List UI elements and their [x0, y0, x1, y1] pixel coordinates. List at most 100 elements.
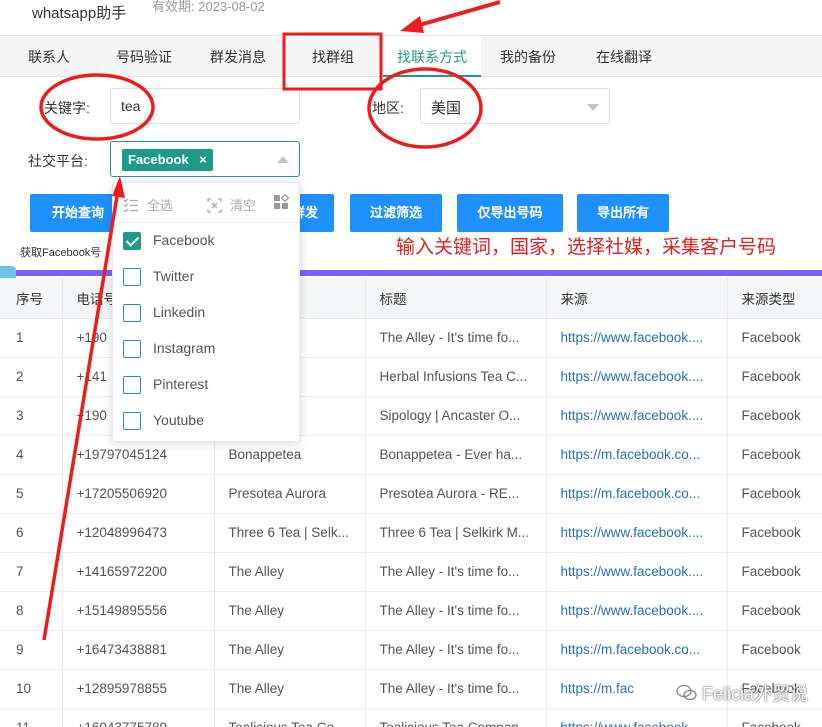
column-header[interactable]: 标题: [365, 278, 547, 319]
table-cell: The Alley - It's time fo...: [365, 591, 547, 631]
tab-my-backup[interactable]: 我的备份: [490, 37, 566, 77]
column-header[interactable]: 序号: [0, 278, 63, 319]
checkbox-checked-icon[interactable]: [123, 232, 141, 250]
table-cell: 7: [0, 552, 63, 592]
table-cell: +15149895556: [62, 591, 215, 631]
platform-option-linkedin[interactable]: Linkedin: [113, 295, 299, 331]
table-row[interactable]: 5 +17205506920 Presotea Aurora Presotea Aur…: [0, 474, 822, 514]
checkbox-icon[interactable]: [123, 412, 141, 430]
keyword-input[interactable]: tea: [110, 88, 300, 124]
table-cell: Facebook: [727, 396, 822, 436]
table-cell: Three 6 Tea | Selkirk M...: [365, 513, 547, 553]
table-cell: Facebook: [727, 318, 822, 358]
table-row[interactable]: 6 +12048996473 Three 6 Tea | Selk... Three …: [0, 513, 822, 553]
platform-dropdown: 全选 清空 Facebook Twitter Linkedin Instagram Pi…: [112, 182, 300, 442]
checkbox-icon[interactable]: [123, 304, 141, 322]
app-title: whatsapp助手: [32, 5, 127, 22]
table-cell: 6: [0, 513, 63, 553]
watermark: Felicia外贸说: [676, 680, 808, 706]
platform-option-instagram[interactable]: Instagram: [113, 331, 299, 367]
source-link[interactable]: https://www.facebook....: [546, 552, 728, 592]
table-row[interactable]: 7 +14165972200 The Alley The Alley - It's t…: [0, 552, 822, 592]
export-all-button[interactable]: 导出所有: [577, 194, 669, 232]
source-link[interactable]: https://m.facebook.co...: [546, 435, 728, 475]
column-header[interactable]: 来源类型: [727, 278, 822, 319]
table-cell: +12048996473: [62, 513, 215, 553]
export-numbers-button[interactable]: 仅导出号码: [457, 194, 563, 232]
table-cell: The Alley - It's time fo...: [365, 552, 547, 592]
table-cell: The Alley - It's time fo...: [365, 318, 547, 358]
source-link[interactable]: https://www.facebook....: [546, 513, 728, 553]
watermark-text: Felicia外贸说: [702, 684, 809, 704]
table-cell: Presotea Aurora - RE...: [365, 474, 547, 514]
select-all-button[interactable]: 全选: [123, 195, 173, 214]
table-cell: Facebook: [727, 357, 822, 397]
platform-select[interactable]: Facebook ×: [110, 141, 300, 177]
source-link[interactable]: https://www.facebook....: [546, 357, 728, 397]
platform-label: 社交平台:: [28, 153, 88, 169]
source-link[interactable]: https://www.facebook....: [546, 708, 728, 727]
table-cell: The Alley - It's time fo...: [365, 630, 547, 670]
platform-option-twitter[interactable]: Twitter: [113, 259, 299, 295]
chevron-up-icon: [277, 156, 289, 163]
dropdown-toolbar: 全选 清空: [113, 183, 299, 223]
platform-option-pinterest[interactable]: Pinterest: [113, 367, 299, 403]
select-all-label: 全选: [147, 198, 174, 213]
table-cell: +14165972200: [62, 552, 215, 592]
table-row[interactable]: 8 +15149895556 The Alley The Alley - It's t…: [0, 591, 822, 631]
checkbox-icon[interactable]: [123, 340, 141, 358]
table-cell: Sipology | Ancaster O...: [365, 396, 547, 436]
source-link[interactable]: https://www.facebook....: [546, 396, 728, 436]
column-header[interactable]: 来源: [546, 278, 728, 319]
close-icon[interactable]: ×: [199, 149, 207, 171]
tab-find-contacts[interactable]: 找联系方式: [383, 37, 481, 77]
table-cell: Facebook: [727, 435, 822, 475]
source-link[interactable]: https://m.facebook.co...: [546, 630, 728, 670]
clear-label: 清空: [230, 198, 257, 213]
clear-icon: [207, 198, 222, 213]
clear-button[interactable]: 清空: [207, 195, 256, 214]
table-cell: 10: [0, 669, 63, 709]
table-row[interactable]: 9 +16473438881 The Alley The Alley - It's t…: [0, 630, 822, 670]
tab-find-groups[interactable]: 找群组: [296, 37, 370, 77]
checkbox-icon[interactable]: [123, 376, 141, 394]
table-cell: 11: [0, 708, 63, 727]
validity-date: 有效期: 2023-08-02: [152, 0, 265, 14]
source-link[interactable]: https://m.facebook.co...: [546, 474, 728, 514]
table-cell: +16043775789: [62, 708, 215, 727]
tab-contacts[interactable]: 联系人: [16, 37, 82, 77]
grid-options-icon[interactable]: [273, 193, 290, 213]
platform-option-facebook[interactable]: Facebook: [113, 223, 299, 259]
table-cell: Facebook: [727, 474, 822, 514]
tab-number-verify[interactable]: 号码验证: [104, 37, 184, 77]
list-check-icon: [123, 198, 138, 213]
option-label: Twitter: [153, 268, 195, 284]
region-label: 地区:: [372, 100, 404, 116]
table-cell: Tealicious Tea Co...: [214, 708, 366, 727]
table-cell: The Alley: [214, 669, 366, 709]
source-link[interactable]: https://www.facebook....: [546, 318, 728, 358]
table-cell: Facebook: [727, 513, 822, 553]
tab-bulk-message[interactable]: 群发消息: [198, 37, 278, 77]
table-cell: The Alley: [214, 591, 366, 631]
tab-online-translate[interactable]: 在线翻译: [586, 37, 662, 77]
hint-text: 获取Facebook号: [20, 247, 102, 259]
source-link[interactable]: https://www.facebook....: [546, 591, 728, 631]
table-cell: 3: [0, 396, 63, 436]
option-label: Youtube: [153, 412, 204, 428]
filter-button[interactable]: 过滤筛选: [350, 194, 442, 232]
table-cell: 4: [0, 435, 63, 475]
table-cell: +12895978855: [62, 669, 215, 709]
table-cell: The Alley - It's time fo...: [365, 669, 547, 709]
option-label: Linkedin: [153, 304, 206, 320]
region-select[interactable]: 美国: [420, 88, 610, 124]
table-cell: Presotea Aurora: [214, 474, 366, 514]
chevron-down-icon: [587, 104, 599, 111]
checkbox-icon[interactable]: [123, 268, 141, 286]
table-row[interactable]: 11+16043775789Tealicious Tea Co...Tealic…: [0, 708, 822, 727]
platform-option-youtube[interactable]: Youtube: [113, 403, 299, 439]
table-cell: 8: [0, 591, 63, 631]
table-cell: Tealicious Tea Compan...: [365, 708, 547, 727]
tab-bar: 联系人 号码验证 群发消息 找群组 找联系方式 我的备份 在线翻译: [0, 37, 822, 77]
table-cell: +16473438881: [62, 630, 215, 670]
